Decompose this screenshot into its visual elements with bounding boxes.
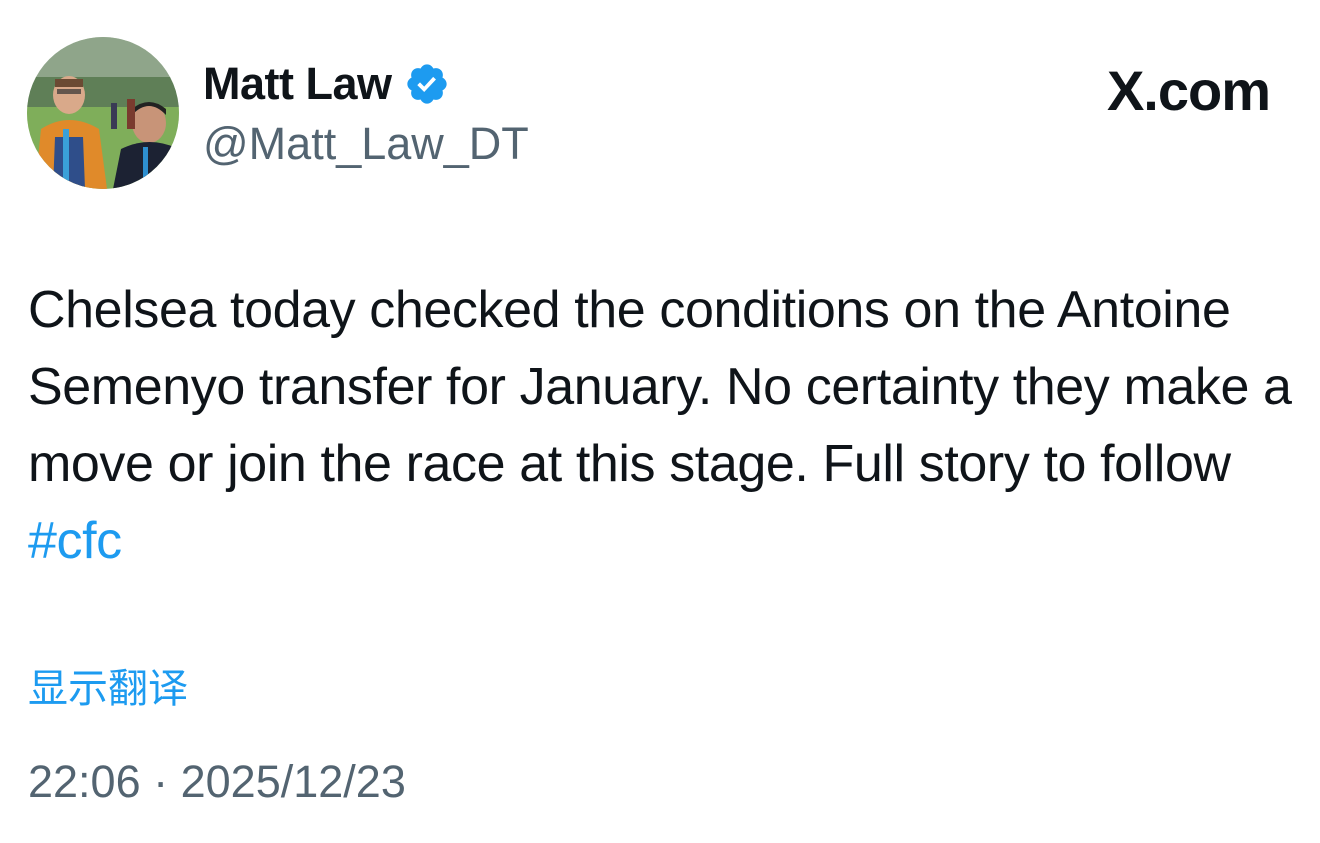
avatar[interactable]: [27, 37, 179, 189]
site-mark: X.com: [1106, 59, 1271, 122]
tweet-date: 2025/12/23: [180, 756, 406, 807]
tweet-text: Chelsea today checked the conditions on …: [28, 272, 1308, 580]
author-handle[interactable]: @Matt_Law_DT: [203, 118, 529, 170]
tweet-text-content: Chelsea today checked the conditions on …: [28, 281, 1292, 493]
meta-separator: ·: [140, 756, 181, 807]
verified-badge-icon: [404, 61, 450, 107]
tweet-time: 22:06: [28, 756, 141, 807]
author-name-row: Matt Law: [203, 56, 450, 112]
display-name[interactable]: Matt Law: [203, 58, 392, 110]
tweet-timestamp[interactable]: 22:06 · 2025/12/23: [28, 756, 406, 808]
hashtag-link[interactable]: #cfc: [28, 512, 122, 570]
show-translation-link[interactable]: 显示翻译: [28, 656, 188, 714]
profile-photo-icon: [27, 37, 179, 189]
